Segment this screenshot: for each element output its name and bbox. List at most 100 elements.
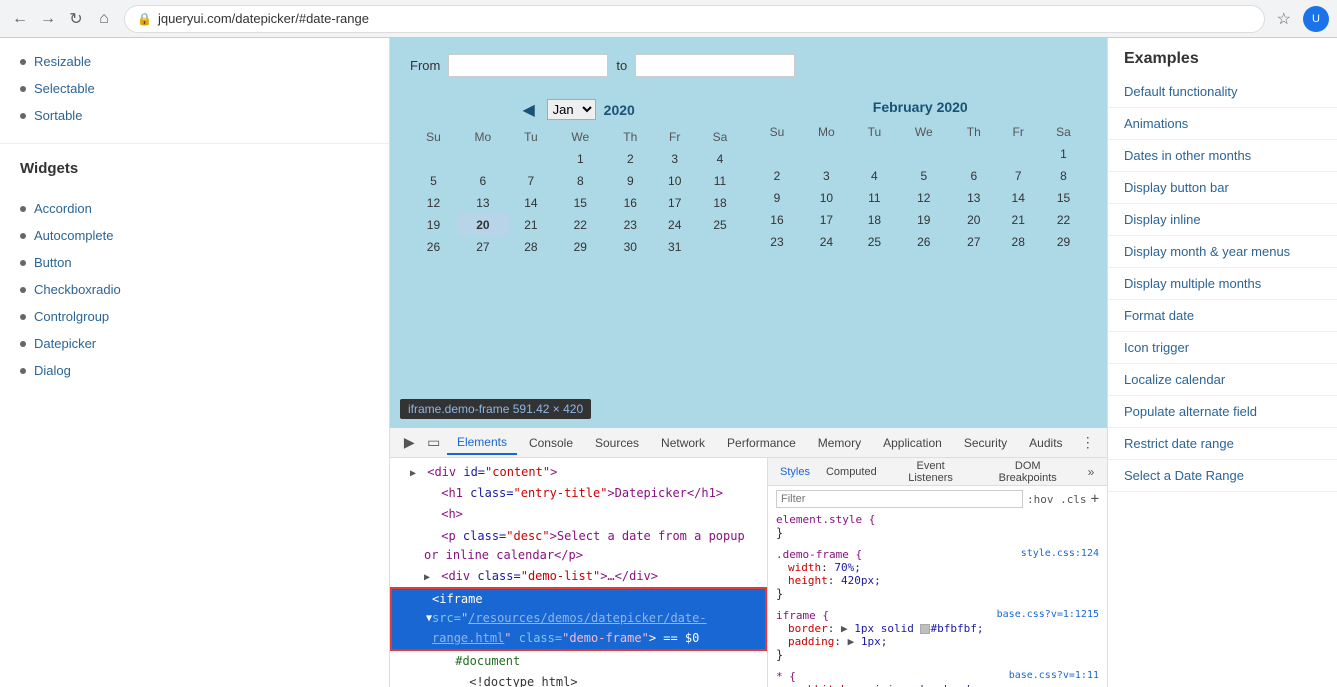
- calendar-cell[interactable]: 11: [852, 187, 896, 209]
- tab-network[interactable]: Network: [651, 432, 715, 454]
- calendar-cell[interactable]: 13: [951, 187, 996, 209]
- calendar-cell[interactable]: [852, 143, 896, 165]
- more-styles-button[interactable]: »: [1079, 460, 1103, 484]
- tab-application[interactable]: Application: [873, 432, 952, 454]
- calendar-cell[interactable]: 12: [410, 192, 457, 214]
- sidebar-item-button[interactable]: Button: [0, 249, 389, 276]
- tab-performance[interactable]: Performance: [717, 432, 806, 454]
- calendar-cell[interactable]: 15: [1040, 187, 1087, 209]
- calendar-cell[interactable]: 22: [1040, 209, 1087, 231]
- calendar-cell[interactable]: 21: [509, 214, 553, 236]
- calendar-cell[interactable]: 1: [553, 148, 608, 170]
- example-item-icon-trigger[interactable]: Icon trigger: [1108, 332, 1337, 364]
- calendar-cell[interactable]: [800, 143, 852, 165]
- example-item-restrict-date-range[interactable]: Restrict date range: [1108, 428, 1337, 460]
- calendar-cell[interactable]: [996, 143, 1040, 165]
- example-item-localize-calendar[interactable]: Localize calendar: [1108, 364, 1337, 396]
- calendar-cell[interactable]: 2: [754, 165, 801, 187]
- device-toolbar-button[interactable]: ▭: [422, 431, 444, 455]
- calendar-cell[interactable]: 4: [697, 148, 744, 170]
- calendar-cell[interactable]: 17: [800, 209, 852, 231]
- calendar-cell[interactable]: 19: [896, 209, 951, 231]
- forward-button[interactable]: →: [36, 7, 60, 31]
- calendar-cell[interactable]: 19: [410, 214, 457, 236]
- sidebar-item-dialog[interactable]: Dialog: [0, 357, 389, 384]
- tab-security[interactable]: Security: [954, 432, 1017, 454]
- example-item-populate-alternate-field[interactable]: Populate alternate field: [1108, 396, 1337, 428]
- calendar-cell[interactable]: 6: [457, 170, 509, 192]
- more-options-button[interactable]: ⋮: [1077, 431, 1099, 455]
- calendar-cell[interactable]: 3: [800, 165, 852, 187]
- tab-dom-breakpoints[interactable]: DOM Breakpoints: [976, 458, 1079, 488]
- add-css-button[interactable]: +: [1091, 491, 1099, 507]
- calendar-cell[interactable]: 12: [896, 187, 951, 209]
- calendar-cell[interactable]: 24: [653, 214, 697, 236]
- calendar-cell[interactable]: 8: [553, 170, 608, 192]
- calendar-cell[interactable]: 25: [697, 214, 744, 236]
- tab-memory[interactable]: Memory: [808, 432, 871, 454]
- calendar-cell[interactable]: 29: [553, 236, 608, 258]
- calendar-cell[interactable]: 11: [697, 170, 744, 192]
- sidebar-item-autocomplete[interactable]: Autocomplete: [0, 222, 389, 249]
- calendar-cell[interactable]: 2: [608, 148, 653, 170]
- sidebar-item-checkboxradio[interactable]: Checkboxradio: [0, 276, 389, 303]
- css-source-iframe[interactable]: base.css?v=1:1215: [997, 609, 1099, 622]
- calendar-cell[interactable]: [457, 148, 509, 170]
- sidebar-item-accordion[interactable]: Accordion: [0, 195, 389, 222]
- calendar-cell[interactable]: 13: [457, 192, 509, 214]
- tab-styles[interactable]: Styles: [772, 462, 818, 482]
- example-item-format-date[interactable]: Format date: [1108, 300, 1337, 332]
- dom-line[interactable]: <h>: [390, 504, 767, 525]
- calendar-cell[interactable]: 24: [800, 231, 852, 253]
- calendar-cell[interactable]: 21: [996, 209, 1040, 231]
- calendar-cell[interactable]: 20: [951, 209, 996, 231]
- profile-avatar[interactable]: U: [1303, 6, 1329, 32]
- example-item-display-multiple-months[interactable]: Display multiple months: [1108, 268, 1337, 300]
- calendar-cell[interactable]: 23: [608, 214, 653, 236]
- example-item-dates-other-months[interactable]: Dates in other months: [1108, 140, 1337, 172]
- calendar-cell[interactable]: 18: [852, 209, 896, 231]
- calendar-cell[interactable]: [697, 236, 744, 258]
- css-source-demo-frame[interactable]: style.css:124: [1021, 548, 1099, 561]
- month-select[interactable]: JanFebMar AprMayJun JulAugSep OctNovDec: [547, 99, 596, 120]
- tab-elements[interactable]: Elements: [447, 431, 517, 455]
- home-button[interactable]: ⌂: [92, 7, 116, 31]
- calendar-cell[interactable]: 16: [608, 192, 653, 214]
- calendar-cell[interactable]: 15: [553, 192, 608, 214]
- calendar-cell[interactable]: [410, 148, 457, 170]
- calendar-cell-today[interactable]: 20: [457, 214, 509, 236]
- calendar-cell[interactable]: 3: [653, 148, 697, 170]
- calendar-cell[interactable]: [754, 143, 801, 165]
- calendar-cell[interactable]: 9: [754, 187, 801, 209]
- example-item-select-date-range[interactable]: Select a Date Range: [1108, 460, 1337, 492]
- calendar-cell[interactable]: 14: [996, 187, 1040, 209]
- dom-line[interactable]: <!doctype html>: [390, 672, 767, 687]
- tab-computed[interactable]: Computed: [818, 462, 885, 482]
- calendar-cell[interactable]: 5: [896, 165, 951, 187]
- dom-line[interactable]: #document: [390, 651, 767, 672]
- calendar-cell[interactable]: 26: [410, 236, 457, 258]
- calendar-cell[interactable]: 23: [754, 231, 801, 253]
- to-date-input[interactable]: [635, 54, 795, 77]
- calendar-cell[interactable]: 10: [800, 187, 852, 209]
- css-filter-input[interactable]: [776, 490, 1023, 508]
- calendar-cell[interactable]: 8: [1040, 165, 1087, 187]
- calendar-cell[interactable]: 7: [996, 165, 1040, 187]
- dom-line[interactable]: ▶ <div id="content">: [390, 462, 767, 483]
- calendar-cell[interactable]: 9: [608, 170, 653, 192]
- tab-console[interactable]: Console: [519, 432, 583, 454]
- calendar-cell[interactable]: 14: [509, 192, 553, 214]
- prev-month-button[interactable]: ◀: [519, 100, 539, 120]
- calendar-cell[interactable]: 22: [553, 214, 608, 236]
- example-item-animations[interactable]: Animations: [1108, 108, 1337, 140]
- reload-button[interactable]: ↻: [64, 7, 88, 31]
- example-item-display-button-bar[interactable]: Display button bar: [1108, 172, 1337, 204]
- calendar-cell[interactable]: 30: [608, 236, 653, 258]
- calendar-cell[interactable]: 26: [896, 231, 951, 253]
- sidebar-item-controlgroup[interactable]: Controlgroup: [0, 303, 389, 330]
- dom-line[interactable]: ▶ <div class="demo-list">…</div>: [390, 566, 767, 587]
- calendar-cell[interactable]: 18: [697, 192, 744, 214]
- tab-event-listeners[interactable]: Event Listeners: [885, 458, 977, 488]
- calendar-cell[interactable]: 29: [1040, 231, 1087, 253]
- calendar-cell[interactable]: 5: [410, 170, 457, 192]
